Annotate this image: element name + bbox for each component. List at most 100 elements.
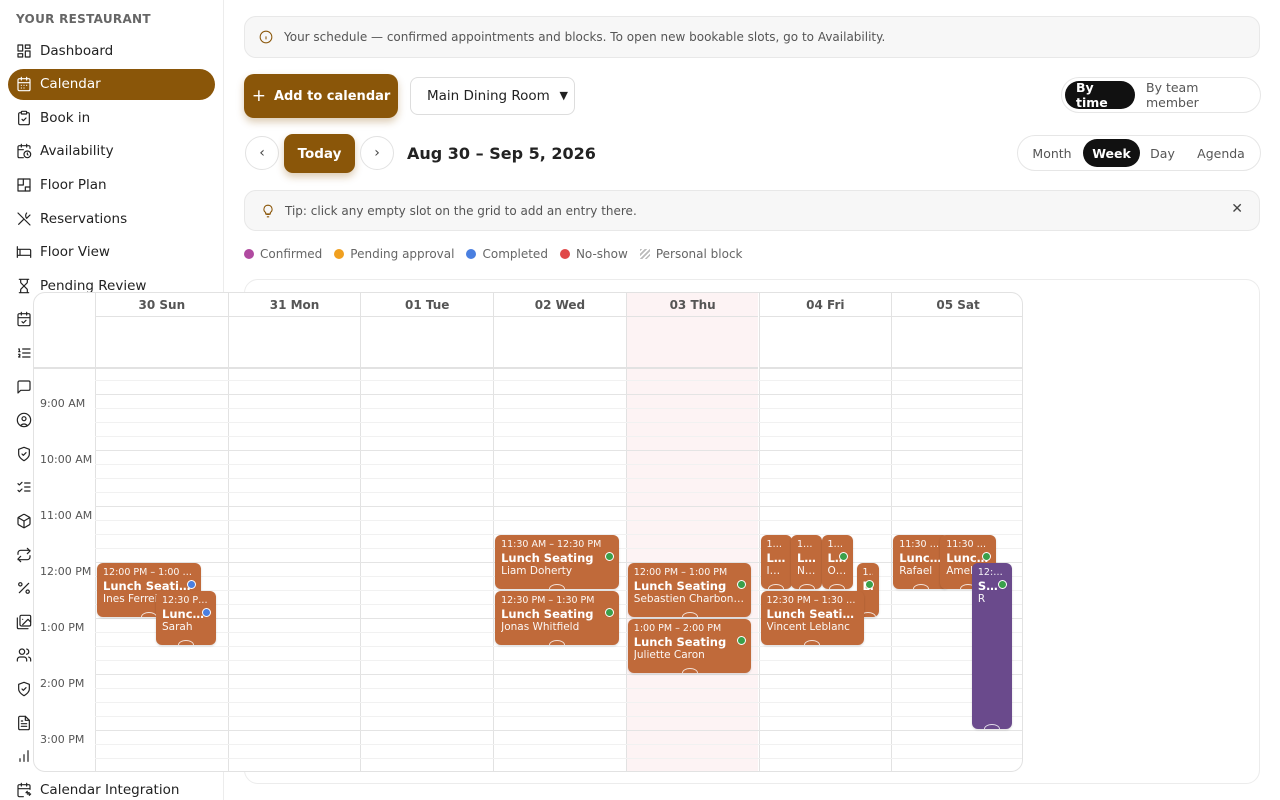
event-title: Lunch Seating: [899, 551, 943, 566]
legend-item-pending-approval: Pending approval: [334, 247, 454, 261]
view-agenda-tab[interactable]: Agenda: [1185, 139, 1257, 167]
event-guest: Vincent Leblanc: [766, 621, 850, 634]
event-time: 11:30 AM – 12:30 PM: [501, 539, 602, 551]
today-button[interactable]: Today: [284, 134, 355, 173]
sidebar-item-reservations[interactable]: Reservations: [8, 203, 215, 234]
room-select[interactable]: Main Dining Room ▼: [410, 77, 575, 115]
calendar-event[interactable]: 12:00 PMSpecialR: [971, 563, 1012, 730]
group-by-time-option[interactable]: By time: [1065, 80, 1135, 110]
calendar-event[interactable]: 12:00 PM – 1:00 PM Lunch Seating Sebastien…: [627, 563, 752, 618]
hour-line: [95, 394, 1022, 396]
all-day-cell[interactable]: [758, 317, 892, 369]
sidebar-item-availability[interactable]: Availability: [8, 136, 215, 167]
chevron-left-icon: ‹: [259, 145, 265, 161]
resize-handle[interactable]: [548, 640, 565, 646]
group-by-toggle: By time By team member: [1061, 77, 1261, 113]
legend-item-confirmed: Confirmed: [244, 247, 322, 261]
info-icon: [259, 30, 273, 44]
all-day-cell[interactable]: [227, 317, 361, 369]
resize-handle[interactable]: [829, 584, 845, 590]
sidebar-item-label: Floor Plan: [40, 176, 107, 193]
resize-handle[interactable]: [913, 584, 930, 590]
calendar-event[interactable]: 11:30 AM – 12:30 PM Lunch Seating Liam Doh…: [495, 535, 619, 590]
legend-label: Confirmed: [260, 247, 323, 261]
resize-handle[interactable]: [768, 584, 784, 590]
hour-line: [95, 730, 1022, 732]
group-by-team-member-option[interactable]: By team member: [1135, 80, 1257, 110]
quarter-line: [95, 758, 1022, 760]
add-to-calendar-button[interactable]: + Add to calendar: [244, 74, 398, 118]
all-day-cell[interactable]: [95, 317, 228, 369]
quarter-line: [95, 492, 1022, 494]
event-time: 11:30 AM – 12:30 PM: [946, 539, 991, 551]
quarter-line: [95, 716, 1022, 718]
event-status-dot: [604, 608, 614, 618]
sidebar-title: YOUR RESTAURANT: [16, 12, 151, 26]
event-title: Lunch Seating: [633, 579, 727, 594]
resize-handle[interactable]: [681, 612, 698, 618]
status-legend: Confirmed Pending approval Completed No-sho…: [244, 247, 755, 261]
clipboard-icon: [18, 110, 30, 125]
calendar-event[interactable]: 11:30 AMLunch SeatingOlivia: [821, 535, 853, 590]
calendar-event[interactable]: 11:30 AMLunch SeatingNadia: [791, 535, 822, 590]
sidebar-item-floor-view[interactable]: Floor View: [8, 237, 215, 268]
sidebar-item-label: Availability: [40, 143, 114, 160]
resize-handle[interactable]: [681, 668, 698, 674]
sidebar-item-calendar-integration[interactable]: Calendar Integration: [8, 774, 215, 800]
bar-chart-icon: [19, 750, 29, 763]
event-status-dot: [604, 552, 614, 562]
view-month-tab[interactable]: Month: [1021, 139, 1083, 167]
legend-swatch: [639, 249, 650, 259]
all-day-cell[interactable]: [625, 317, 759, 369]
resize-handle[interactable]: [178, 640, 194, 646]
close-icon[interactable]: ✕: [1231, 201, 1243, 217]
resize-handle[interactable]: [798, 584, 815, 590]
resize-handle[interactable]: [140, 612, 157, 618]
calendar-event[interactable]: 12:30 PM – 1:30 PMLunch SeatingSarah: [156, 591, 216, 646]
quarter-line: [95, 380, 1022, 382]
quarter-line: [95, 520, 1022, 522]
legend-swatch: [559, 249, 570, 259]
sidebar-item-book-in[interactable]: Book in: [8, 102, 215, 133]
room-select-value: Main Dining Room: [427, 88, 550, 104]
sidebar-item-floor-plan[interactable]: Floor Plan: [8, 169, 215, 200]
next-week-button[interactable]: ›: [360, 136, 394, 170]
view-day-tab[interactable]: Day: [1140, 139, 1185, 167]
sidebar-item-dashboard[interactable]: Dashboard: [8, 35, 215, 66]
week-calendar-grid: 30 Sun 31 Mon 01 Tue 02 Wed 03 Thu 04 Fri 05 S…: [33, 292, 1023, 772]
day-column[interactable]: [227, 369, 361, 771]
message-icon: [17, 379, 31, 394]
view-week-tab[interactable]: Week: [1083, 139, 1140, 167]
legend-item-completed: Completed: [466, 247, 548, 261]
time-label: 2:00 PM: [40, 677, 85, 691]
sidebar-item-label: Calendar: [40, 76, 101, 93]
hourglass-icon: [18, 278, 30, 293]
view-switcher: Month Week Day Agenda: [1017, 135, 1261, 171]
event-guest: Liam Doherty: [501, 565, 573, 578]
quarter-line: [95, 436, 1022, 438]
percent-icon: [18, 582, 30, 595]
day-header: 31 Mon: [227, 293, 361, 317]
calendar-event[interactable]: 12:30 PM – 1:30 PM Lunch Seating Jonas Whi…: [495, 591, 619, 646]
event-guest: Ines: [766, 565, 786, 578]
resize-handle[interactable]: [548, 584, 565, 590]
event-title: Lunch Seating: [633, 635, 727, 650]
resize-handle[interactable]: [804, 640, 821, 646]
calendar-event[interactable]: 11:30 AMLunch SeatingInes: [760, 535, 792, 590]
sidebar-item-label: Book in: [40, 109, 91, 126]
previous-week-button[interactable]: ‹: [245, 136, 279, 170]
resize-handle[interactable]: [983, 724, 1000, 730]
quarter-line: [95, 478, 1022, 480]
event-guest: Sarah: [162, 621, 193, 634]
event-status-dot: [186, 580, 196, 590]
calendar-event[interactable]: 1:00 PM – 2:00 PM Lunch Seating Juliette C…: [627, 619, 752, 674]
sidebar-item-calendar[interactable]: Calendar: [8, 68, 215, 100]
all-day-cell[interactable]: [360, 317, 494, 369]
legend-label: Completed: [482, 247, 548, 261]
all-day-cell[interactable]: [493, 317, 626, 369]
day-column[interactable]: [360, 369, 493, 771]
calendar-event[interactable]: 12:30 PM – 1:30 PM Lunch Seating Vincent L…: [760, 591, 864, 646]
time-label: 9:00 AM: [40, 397, 86, 411]
event-time: 12:30 PM – 1:30 PM: [766, 595, 859, 607]
all-day-cell[interactable]: [891, 317, 1022, 369]
